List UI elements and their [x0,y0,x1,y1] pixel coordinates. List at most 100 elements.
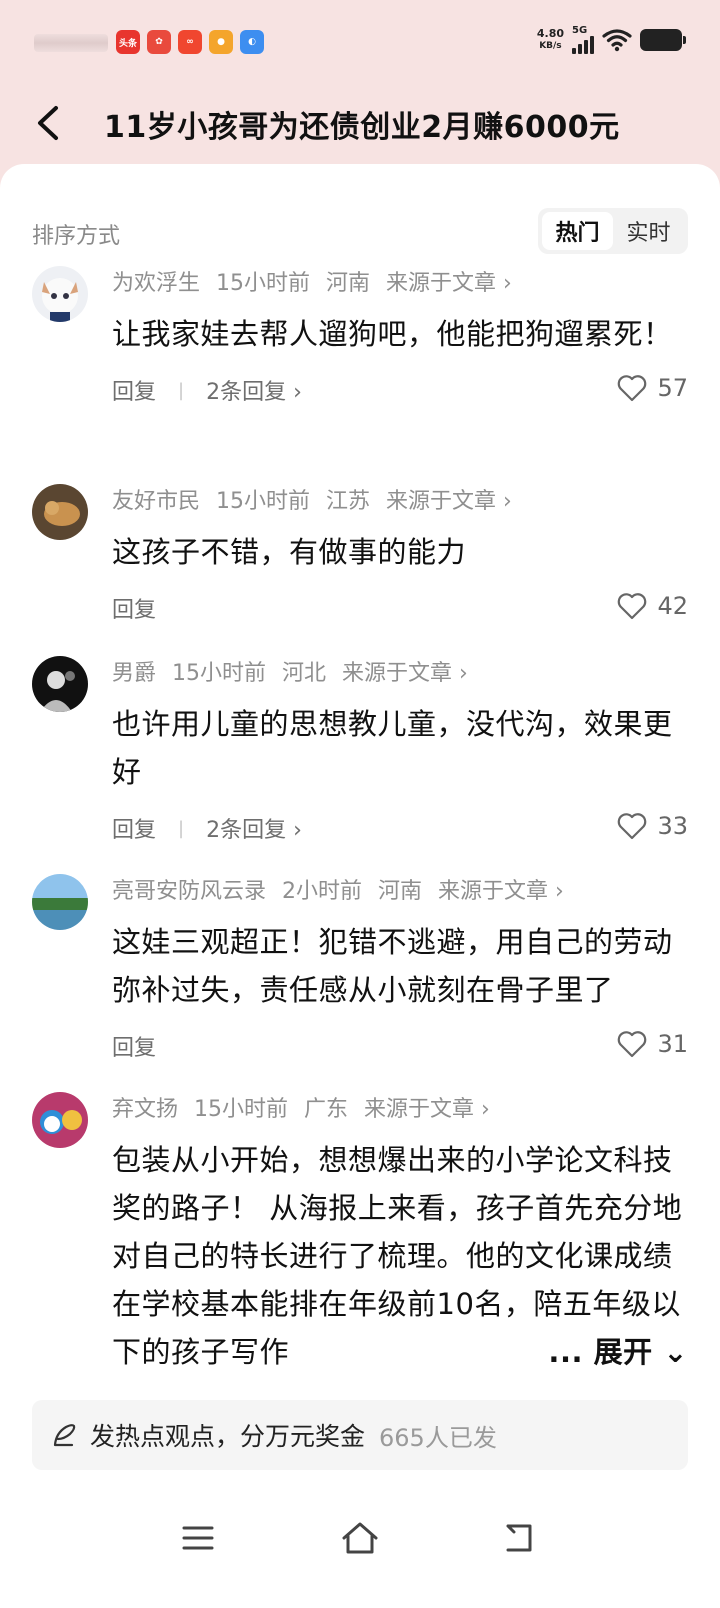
comment-time: 15小时前 [216,271,311,296]
like-count: 42 [657,592,688,620]
back-nav-icon[interactable] [498,1516,542,1560]
comment-text: 让我家娃去帮人遛狗吧，他能把狗遛累死！ [112,317,673,351]
username[interactable]: 弃文扬 [112,1091,178,1123]
username[interactable]: 亮哥安防风云录 [112,873,266,905]
header: 11岁小孩哥为还债创业2月赚6000元 [0,84,720,164]
sort-toggle: 热门 实时 [538,208,688,254]
system-indicators: 4.80 KB/s 5G [537,26,686,54]
app-icon-4: ● [209,30,233,54]
pen-icon [53,1424,76,1447]
avatar[interactable] [32,874,88,930]
chevron-right-icon: › [503,489,512,514]
reply-button[interactable]: 回复 [112,1030,156,1062]
comments-panel: 排序方式 热门 实时 为欢浮生 15小时前 河南 来源于文章 › 让我家娃去帮人… [0,164,720,1608]
avatar[interactable] [32,484,88,540]
input-prompt: 发热点观点，分万元奖金 [90,1422,366,1451]
source-link[interactable]: 来源于文章 › [364,1091,490,1123]
comment-region: 江苏 [326,489,371,514]
sort-hot-tab[interactable]: 热门 [542,212,613,250]
chevron-right-icon: › [293,818,302,843]
source-link[interactable]: 来源于文章 › [342,655,468,687]
wifi-icon [602,29,632,52]
replies-count: 2条回复 [206,818,287,843]
comment-meta: 弃文扬 15小时前 广东 来源于文章 › [112,1092,688,1122]
app-icon-2: ✿ [147,30,171,54]
reply-button[interactable]: 回复 [112,592,156,624]
avatar[interactable] [32,656,88,712]
expand-button[interactable]: ... 展开 ⌄ [540,1328,688,1376]
comment-body: 为欢浮生 15小时前 河南 来源于文章 › 让我家娃去帮人遛狗吧，他能把狗遛累死… [112,266,688,410]
like-button[interactable]: 57 [617,374,688,402]
avatar[interactable] [32,266,88,322]
reply-button[interactable]: 回复 [112,374,156,406]
comment-text: 也许用儿童的思想教儿童，没代沟，效果更好 [112,707,673,789]
comment-meta: 亮哥安防风云录 2小时前 河南 来源于文章 › [112,874,688,904]
heart-icon [618,1031,647,1058]
view-replies-button[interactable]: 2条回复 › [206,812,302,844]
like-button[interactable]: 31 [617,1030,688,1058]
status-bar: 头条 ✿ ∞ ● ◐ 4.80 KB/s 5G [0,0,720,84]
heart-icon [618,813,647,840]
view-replies-button[interactable]: 2条回复 › [206,374,302,406]
comment-actions: 回复 | 2条回复 › 33 [112,808,688,848]
page-title: 11岁小孩哥为还债创业2月赚6000元 [104,110,620,145]
comment-meta: 为欢浮生 15小时前 河南 来源于文章 › [112,266,688,296]
source-link[interactable]: 来源于文章 › [386,483,512,515]
reply-button[interactable]: 回复 [112,812,156,844]
chevron-right-icon: › [555,879,564,904]
chevron-right-icon: › [503,271,512,296]
heart-icon [618,375,647,402]
comment-body: 友好市民 15小时前 江苏 来源于文章 › 这孩子不错，有做事的能力 回复 42 [112,484,688,628]
comment-text: 这孩子不错，有做事的能力 [112,535,467,569]
comment-time: 15小时前 [194,1097,289,1122]
like-count: 57 [657,374,688,402]
comment-text: 这娃三观超正！犯错不逃避，用自己的劳动弥补过失，责任感从小就刻在骨子里了 [112,925,673,1007]
menu-icon[interactable] [176,1516,220,1560]
comment-body: 弃文扬 15小时前 广东 来源于文章 › 包装从小开始，想想爆出来的小学论文科技… [112,1092,688,1376]
source-label: 来源于文章 [364,1097,475,1122]
network-speed: 4.80 KB/s [537,28,564,52]
comment-actions: 回复 | 2条回复 › 57 [112,370,688,410]
sort-latest-tab[interactable]: 实时 [613,212,684,250]
like-count: 33 [657,812,688,840]
comment-body: 亮哥安防风云录 2小时前 河南 来源于文章 › 这娃三观超正！犯错不逃避，用自己… [112,874,688,1066]
avatar[interactable] [32,1092,88,1148]
like-button[interactable]: 33 [617,812,688,840]
comment-time: 2小时前 [282,879,363,904]
divider: | [178,817,185,839]
status-time-blurred [34,34,108,52]
participant-count: 665人已发 [379,1423,497,1452]
expand-label: ... 展开 [548,1335,653,1369]
username[interactable]: 男爵 [112,655,156,687]
source-link[interactable]: 来源于文章 › [386,265,512,297]
chevron-down-icon: ⌄ [663,1335,688,1369]
like-button[interactable]: 42 [617,592,688,620]
app-icon-5: ◐ [240,30,264,54]
like-count: 31 [657,1030,688,1058]
comment-region: 河南 [378,879,423,904]
source-label: 来源于文章 [342,661,453,686]
notification-icons: 头条 ✿ ∞ ● ◐ [116,30,264,54]
chevron-right-icon: › [481,1097,490,1122]
comment-meta: 友好市民 15小时前 江苏 来源于文章 › [112,484,688,514]
comment-body: 男爵 15小时前 河北 来源于文章 › 也许用儿童的思想教儿童，没代沟，效果更好… [112,656,688,848]
comment-region: 河南 [326,271,371,296]
heart-icon [618,593,647,620]
source-label: 来源于文章 [438,879,549,904]
username[interactable]: 为欢浮生 [112,265,200,297]
replies-count: 2条回复 [206,380,287,405]
comment-input-bar[interactable]: 发热点观点，分万元奖金 665人已发 [32,1400,688,1470]
sort-label: 排序方式 [32,224,121,249]
speed-unit: KB/s [539,41,562,51]
divider: | [178,379,185,401]
source-label: 来源于文章 [386,271,497,296]
chevron-right-icon: › [293,380,302,405]
comment-time: 15小时前 [172,661,267,686]
source-link[interactable]: 来源于文章 › [438,873,564,905]
comment-region: 广东 [304,1097,349,1122]
comment-time: 15小时前 [216,489,311,514]
username[interactable]: 友好市民 [112,483,200,515]
back-icon[interactable] [30,100,70,146]
toutiao-icon: 头条 [116,30,140,54]
home-icon[interactable] [338,1516,382,1560]
